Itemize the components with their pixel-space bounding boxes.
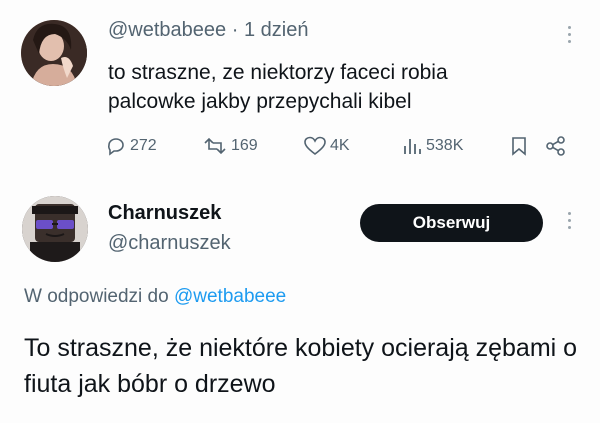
avatar[interactable]: [22, 196, 88, 262]
reply-icon: [108, 138, 124, 156]
retweet-count: 169: [231, 137, 258, 154]
author-handle[interactable]: @wetbabeee: [108, 19, 226, 41]
avatar-photo: [21, 20, 87, 86]
share-icon: [546, 136, 565, 156]
tweet-meta: @wetbabeee · 1 dzień: [108, 19, 308, 42]
reply-mention-link[interactable]: @wetbabeee: [174, 286, 286, 307]
tweet-actions: 272 169 4K 538K: [105, 135, 575, 161]
views-icon: [404, 139, 421, 154]
screenshot-frame: @wetbabeee · 1 dzień to straszne, ze nie…: [0, 0, 600, 423]
like-icon: [304, 136, 326, 156]
tweet-text: To straszne, że niektóre kobiety ocieraj…: [24, 334, 578, 398]
like-count: 4K: [330, 137, 350, 154]
more-icon[interactable]: [568, 26, 572, 47]
author-handle[interactable]: @charnuszek: [108, 232, 231, 255]
reply-context: W odpowiedzi do @wetbabeee: [24, 286, 286, 308]
avatar-photo: [22, 196, 88, 262]
retweet-button[interactable]: 169: [202, 135, 258, 157]
reply-button[interactable]: 272: [105, 135, 157, 157]
like-button[interactable]: 4K: [303, 135, 350, 157]
views-count: 538K: [426, 137, 464, 154]
author-name[interactable]: Charnuszek: [108, 202, 221, 225]
views-button[interactable]: 538K: [401, 135, 463, 157]
reply-count: 272: [130, 137, 157, 154]
avatar[interactable]: [21, 20, 87, 86]
bookmark-icon: [512, 137, 526, 156]
meta-separator: ·: [231, 19, 239, 41]
bookmark-button[interactable]: [509, 135, 529, 157]
more-icon[interactable]: [568, 212, 572, 233]
retweet-icon: [204, 137, 226, 155]
tweet-time[interactable]: 1 dzień: [244, 19, 309, 41]
tweet-text: to straszne, ze niektorzy faceci robia p…: [108, 61, 448, 113]
follow-button[interactable]: Obserwuj: [360, 204, 543, 242]
reply-prefix: W odpowiedzi do: [24, 286, 169, 307]
share-button[interactable]: [545, 135, 567, 157]
